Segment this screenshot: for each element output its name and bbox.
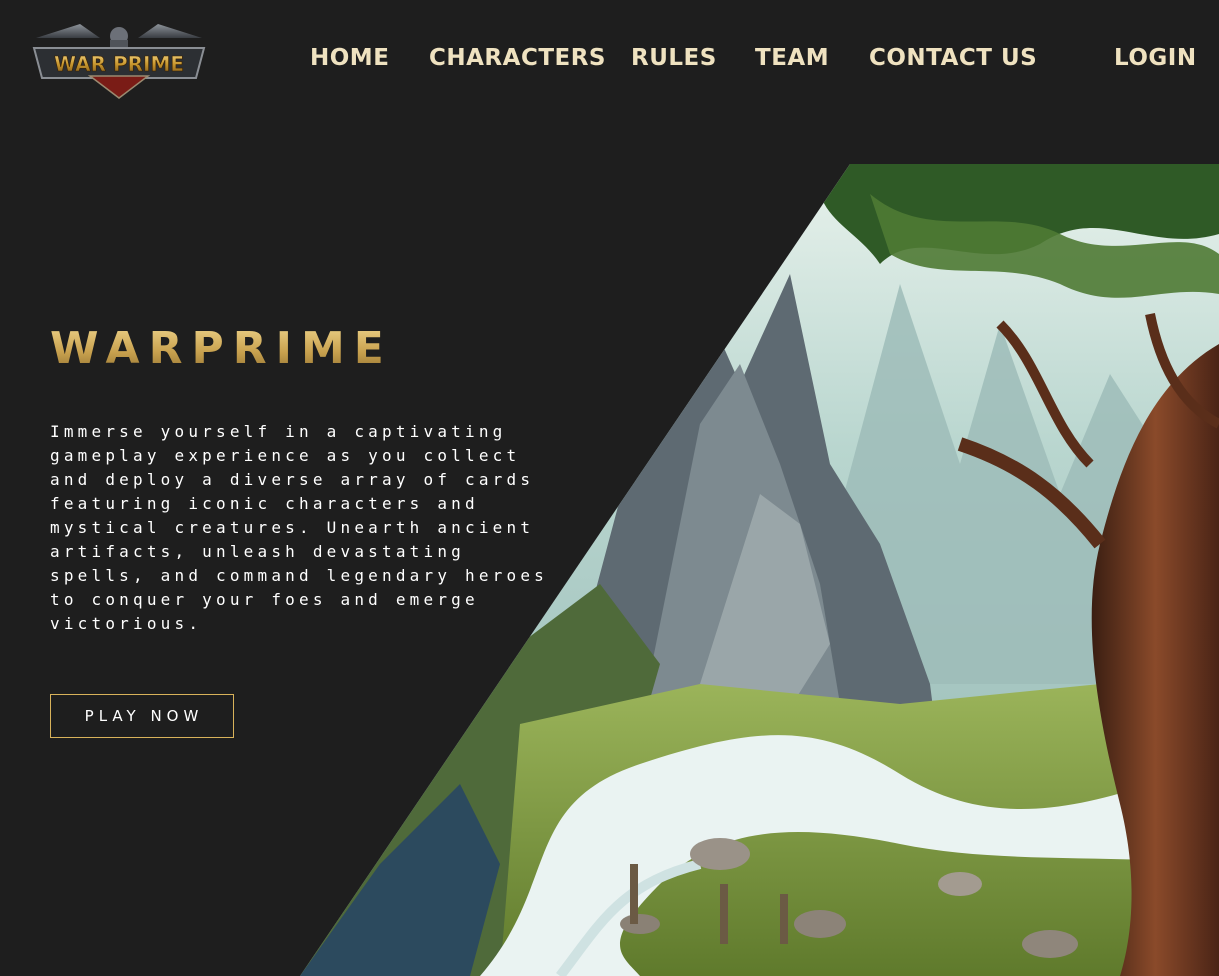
nav-characters[interactable]: CHARACTERS: [429, 40, 606, 76]
nav-home[interactable]: HOME: [310, 40, 389, 76]
nav-team[interactable]: TEAM: [755, 40, 829, 76]
hero-title: WARPRIME: [50, 323, 393, 374]
hero-description: Immerse yourself in a captivating gamepl…: [50, 422, 548, 633]
nav-login[interactable]: LOGIN: [1114, 40, 1197, 76]
main-nav: HOME CHARACTERS RULES TEAM CONTACT US LO…: [0, 40, 1219, 76]
nav-rules[interactable]: RULES: [631, 40, 717, 76]
play-now-button[interactable]: PLAY NOW: [50, 694, 234, 738]
nav-contact[interactable]: CONTACT US: [869, 40, 1037, 76]
